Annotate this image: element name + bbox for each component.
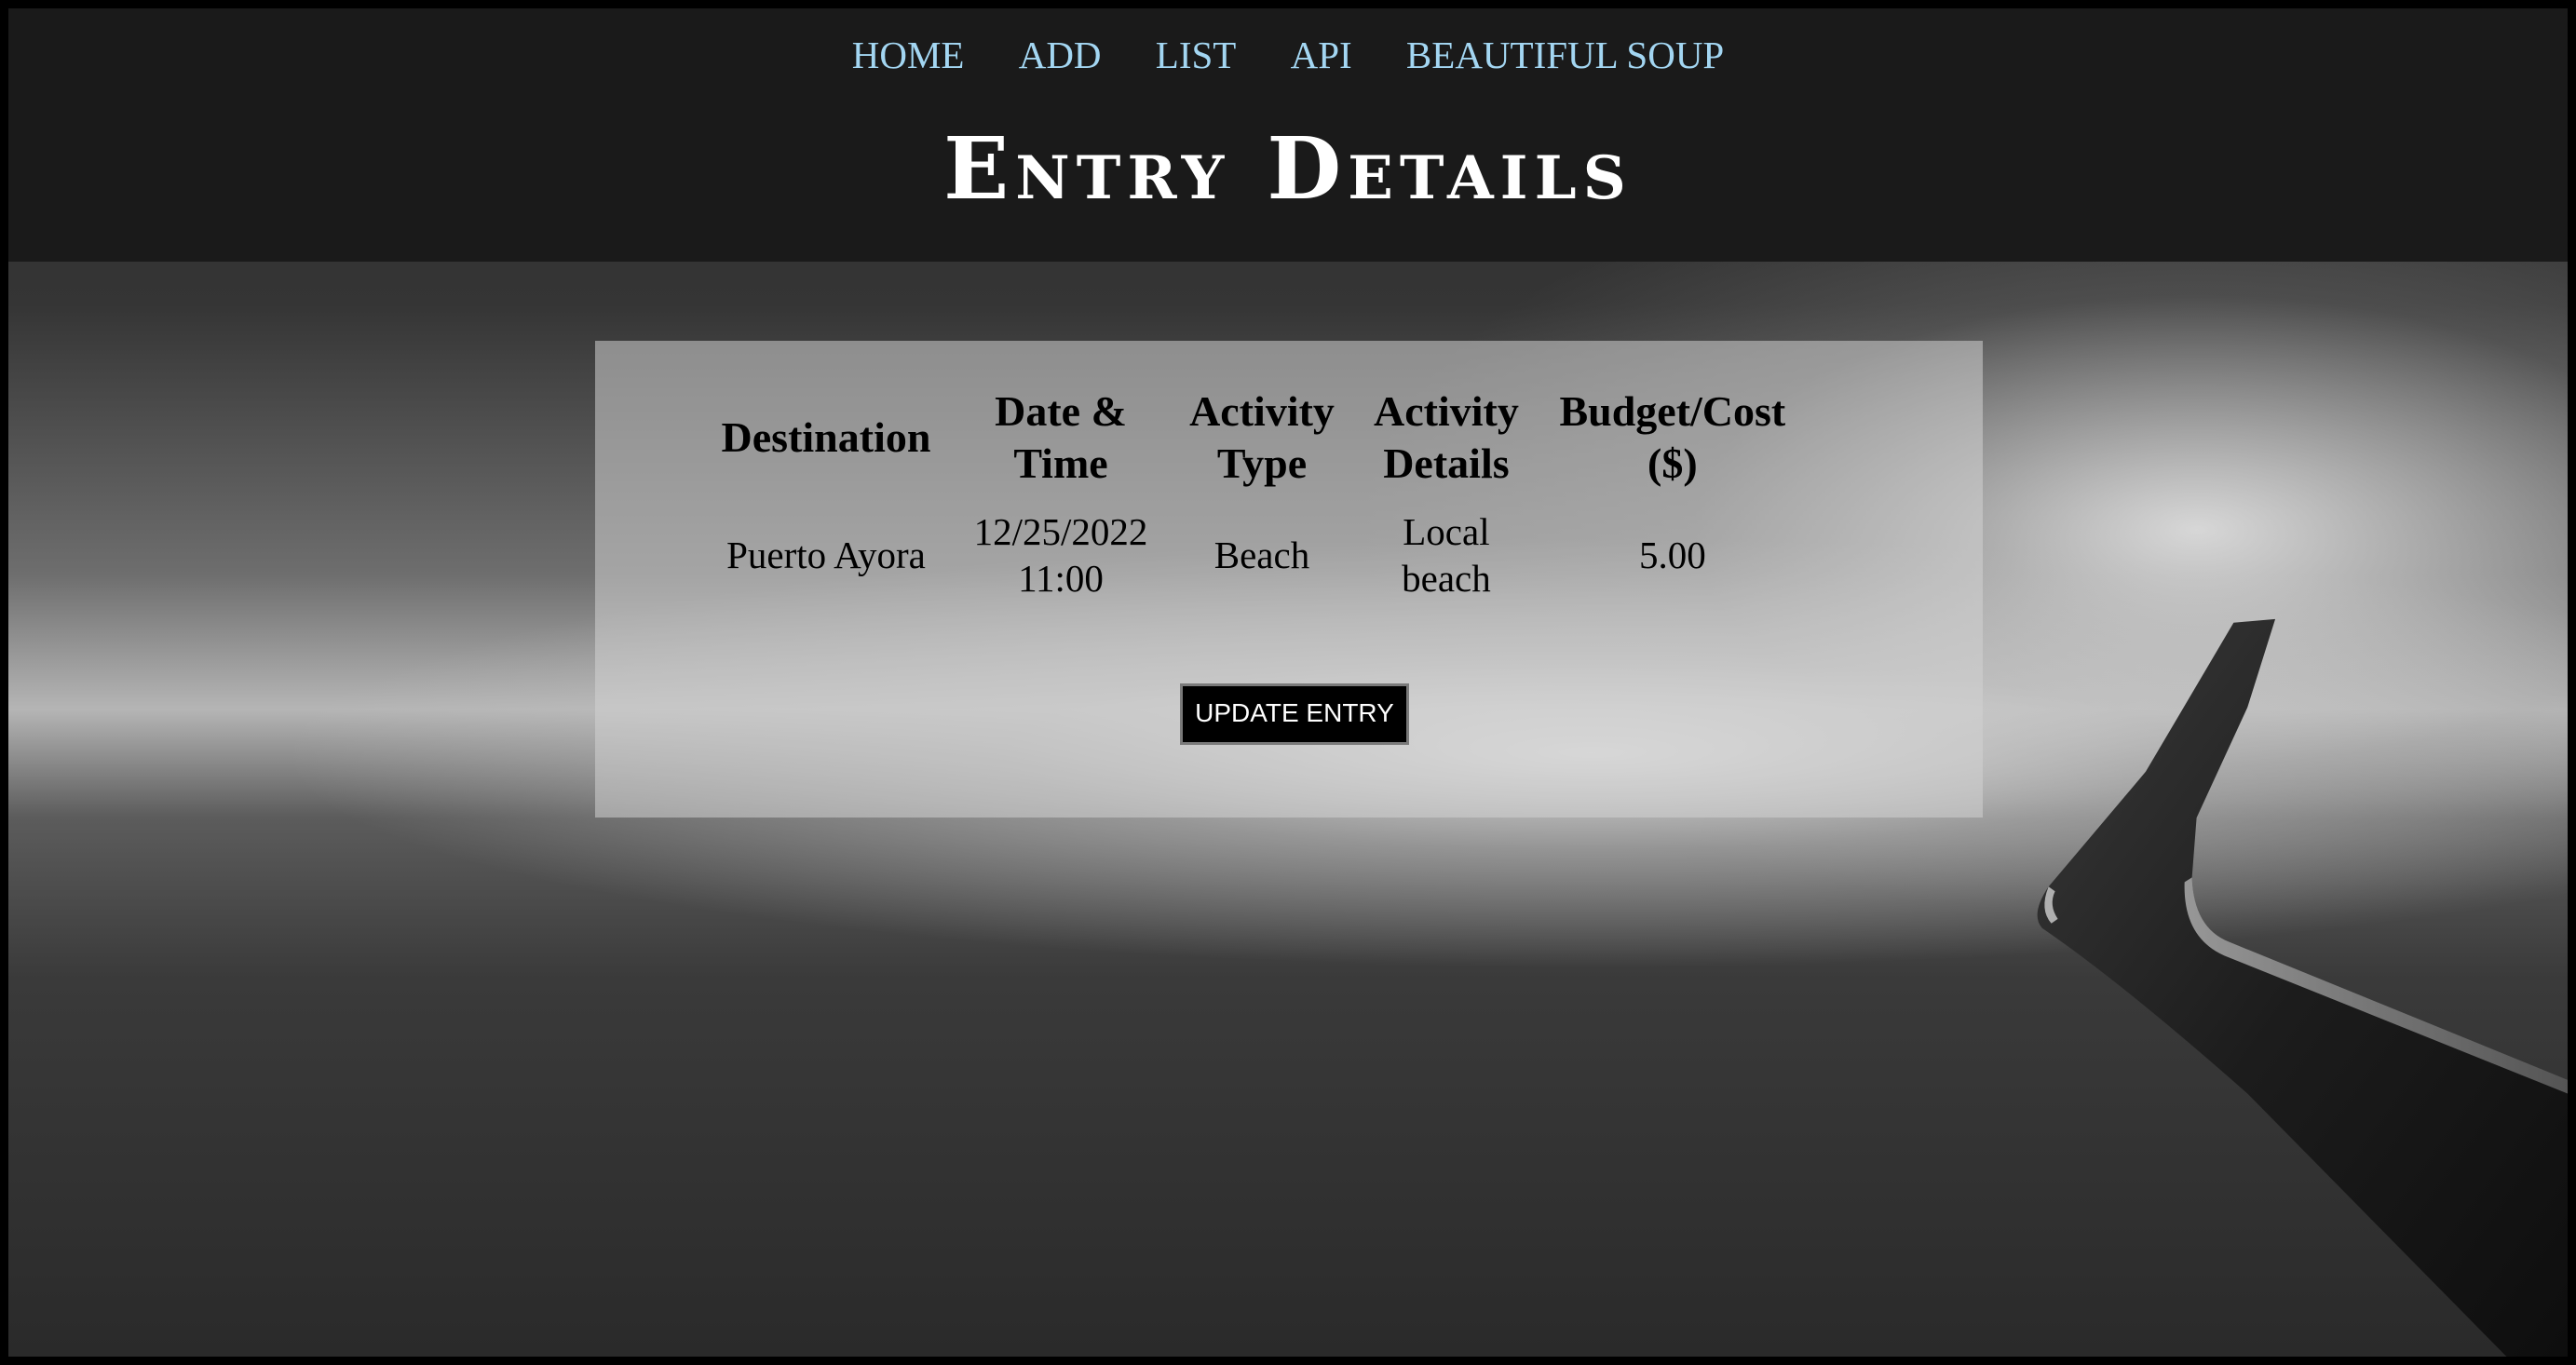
entry-table: Destination Date & Time Activity Type Ac… [699,385,1808,601]
page-title: Entry Details [943,118,1633,219]
cell-activity-details: Local beach [1355,490,1538,601]
nav-link-add[interactable]: ADD [1019,34,1102,76]
time-value: 11:00 [1018,557,1104,600]
budget-value: 5.00 [1638,534,1706,576]
site-header: HOME ADD LIST API BEAUTIFUL SOUP Entry D… [8,8,2568,262]
header-budget-line1: Budget/Cost [1559,387,1786,435]
header-date-time-line2: Time [1013,439,1108,487]
activity-details-line2: beach [1402,557,1491,600]
header-activity-type: Activity Type [1169,385,1355,490]
header-budget-cost: Budget/Cost ($) [1538,385,1808,490]
header-destination: Destination [699,385,953,490]
browser-viewport: HOME ADD LIST API BEAUTIFUL SOUP Entry D… [0,0,2576,1365]
header-date-time: Date & Time [953,385,1169,490]
cell-date-time: 12/25/2022 11:00 [953,490,1169,601]
header-budget-line2: ($) [1647,439,1698,487]
cell-budget: 5.00 [1538,490,1808,601]
header-activity-details-line1: Activity [1374,387,1519,435]
nav-link-list[interactable]: LIST [1156,34,1237,76]
update-entry-button[interactable]: UPDATE ENTRY [1180,683,1409,745]
header-date-time-line1: Date & [995,387,1127,435]
date-value: 12/25/2022 [973,510,1148,553]
destination-value: Puerto Ayora [726,534,926,576]
header-destination-label: Destination [721,413,931,461]
cell-activity-type: Beach [1169,490,1355,601]
activity-type-value: Beach [1213,534,1310,576]
cell-destination: Puerto Ayora [699,490,953,601]
header-activity-details: Activity Details [1355,385,1538,490]
table-header-row: Destination Date & Time Activity Type Ac… [699,385,1808,490]
nav-link-api[interactable]: API [1291,34,1352,76]
header-activity-details-line2: Details [1383,439,1510,487]
header-activity-type-line2: Type [1216,439,1308,487]
nav-link-home[interactable]: HOME [852,34,965,76]
activity-details-line1: Local [1403,510,1490,553]
table-row: Puerto Ayora 12/25/2022 11:00 Beach Loca… [699,490,1808,601]
entry-details-panel: Destination Date & Time Activity Type Ac… [595,341,1983,818]
nav-link-beautiful-soup[interactable]: BEAUTIFUL SOUP [1406,34,1724,76]
header-activity-type-line1: Activity [1189,387,1335,435]
main-nav: HOME ADD LIST API BEAUTIFUL SOUP [8,33,2568,77]
